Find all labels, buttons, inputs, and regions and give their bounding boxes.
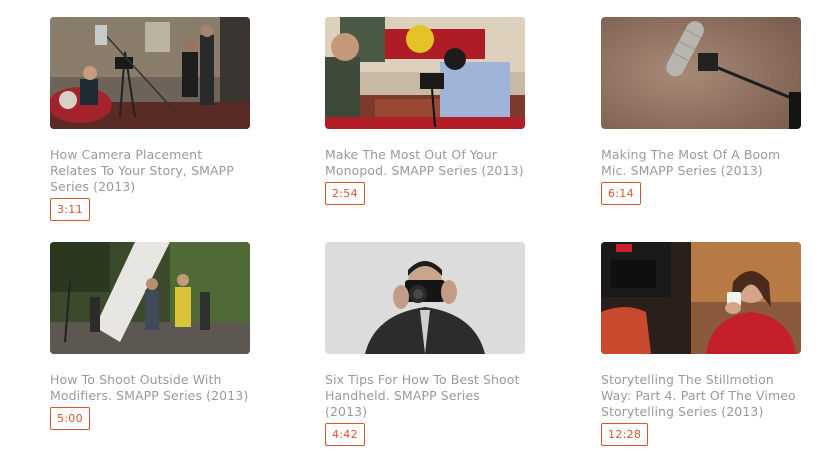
video-title[interactable]: How Camera Placement Relates To Your Sto… [50, 147, 250, 195]
video-card: How Camera Placement Relates To Your Sto… [50, 17, 250, 221]
video-grid: How Camera Placement Relates To Your Sto… [0, 0, 840, 466]
duration-badge: 5:00 [50, 407, 90, 430]
video-thumbnail[interactable] [325, 17, 525, 129]
video-card: Storytelling The Stillmotion Way: Part 4… [601, 242, 801, 446]
video-card: How To Shoot Outside With Modifiers. SMA… [50, 242, 250, 430]
storytelling-coffee-thumbnail [601, 242, 801, 354]
video-title[interactable]: Make The Most Out Of Your Monopod. SMAPP… [325, 147, 525, 179]
video-title[interactable]: Six Tips For How To Best Shoot Handheld.… [325, 372, 525, 420]
video-thumbnail[interactable] [50, 242, 250, 354]
outdoor-modifier-thumbnail [50, 242, 250, 354]
video-card: Making The Most Of A Boom Mic. SMAPP Ser… [601, 17, 801, 205]
video-title[interactable]: Making The Most Of A Boom Mic. SMAPP Ser… [601, 147, 801, 179]
monopod-shooter-thumbnail [325, 17, 525, 129]
video-thumbnail[interactable] [50, 17, 250, 129]
duration-badge: 6:14 [601, 182, 641, 205]
handheld-camera-thumbnail [325, 242, 525, 354]
duration-badge: 3:11 [50, 198, 90, 221]
video-title[interactable]: Storytelling The Stillmotion Way: Part 4… [601, 372, 801, 420]
video-thumbnail[interactable] [601, 17, 801, 129]
video-thumbnail[interactable] [601, 242, 801, 354]
video-title[interactable]: How To Shoot Outside With Modifiers. SMA… [50, 372, 250, 404]
duration-badge: 2:54 [325, 182, 365, 205]
boom-mic-thumbnail [601, 17, 801, 129]
video-thumbnail[interactable] [325, 242, 525, 354]
video-card: Six Tips For How To Best Shoot Handheld.… [325, 242, 525, 446]
video-card: Make The Most Out Of Your Monopod. SMAPP… [325, 17, 525, 205]
duration-badge: 12:28 [601, 423, 649, 446]
duration-badge: 4:42 [325, 423, 365, 446]
interview-camera-setup-thumbnail [50, 17, 250, 129]
